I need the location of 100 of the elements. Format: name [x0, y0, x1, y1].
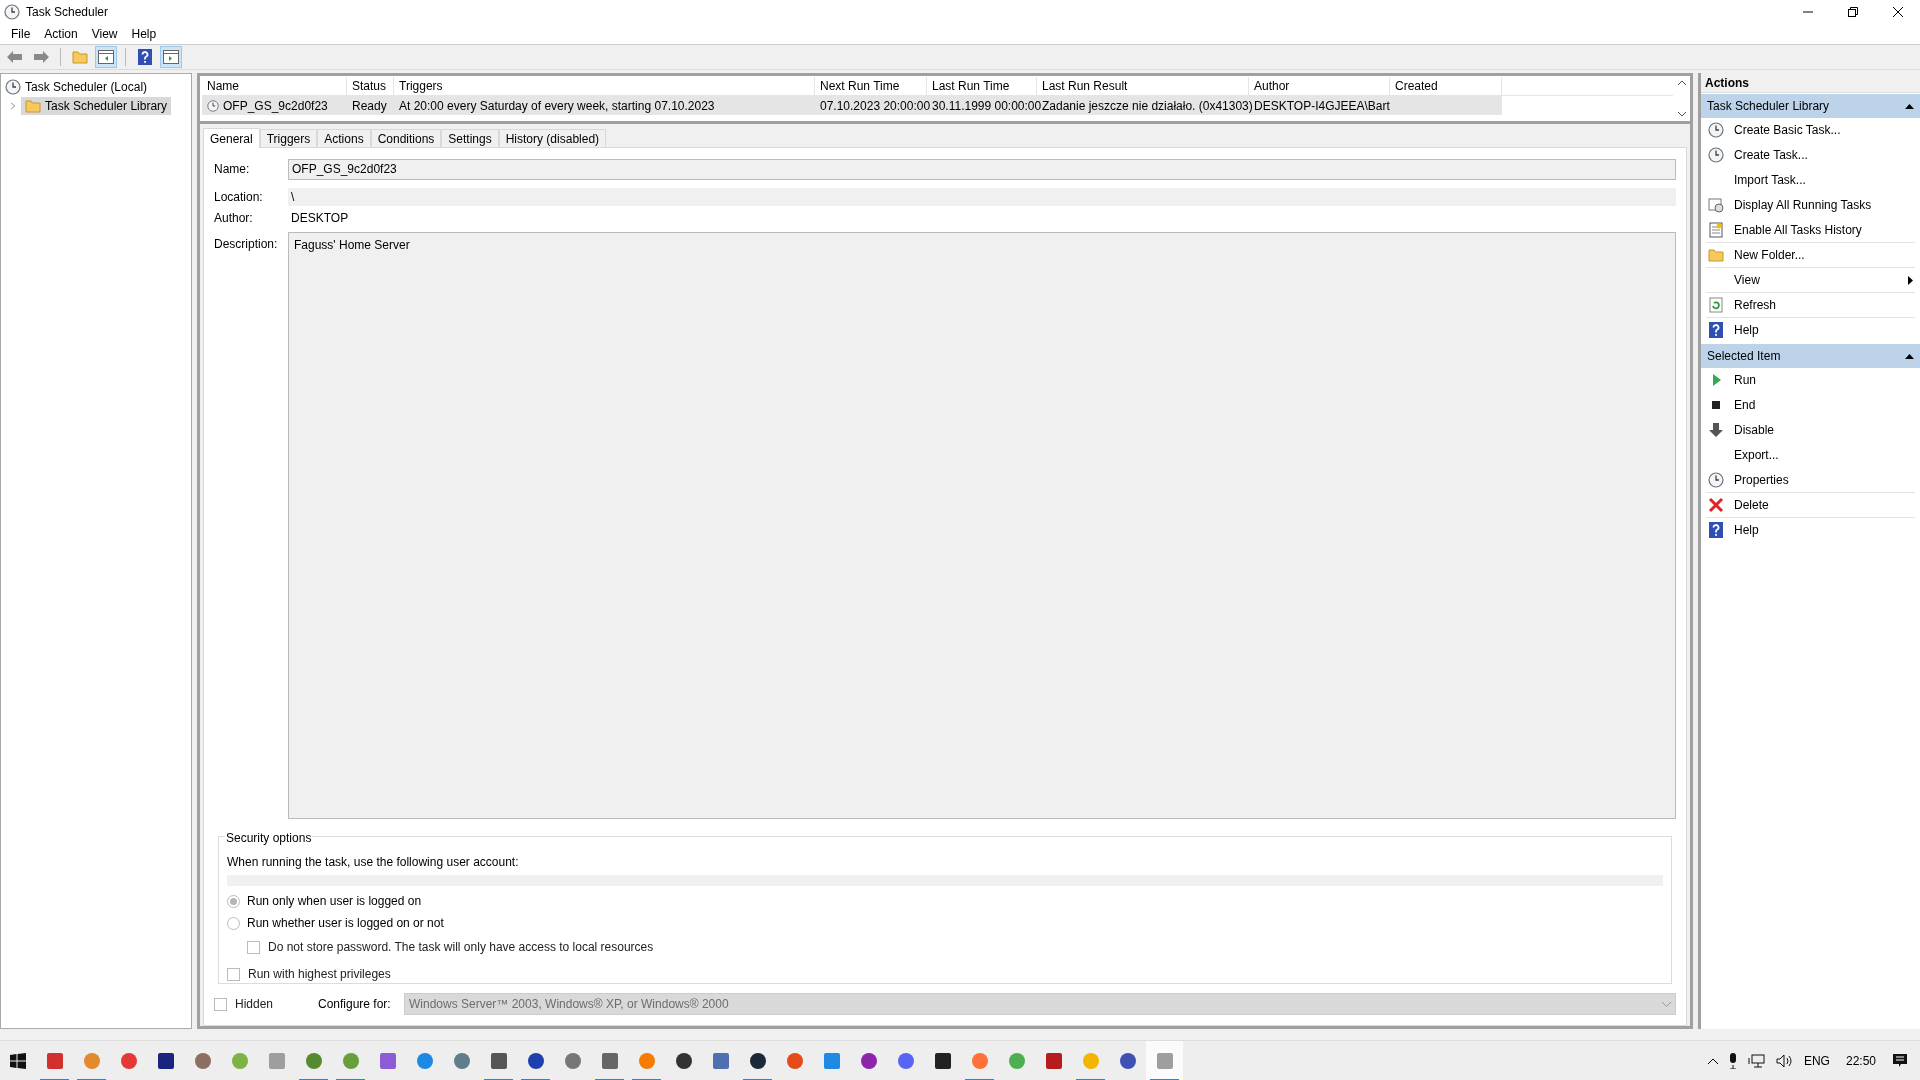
- column-header[interactable]: Triggers: [394, 77, 815, 95]
- notification-icon[interactable]: [1892, 1052, 1908, 1069]
- menu-item[interactable]: File: [4, 24, 38, 44]
- column-header[interactable]: Last Run Result: [1037, 77, 1249, 95]
- clock-time[interactable]: 22:50: [1839, 1051, 1882, 1070]
- field-label: Name:: [214, 161, 251, 178]
- window-clock-icon: [1708, 197, 1724, 213]
- app-icon: [193, 1051, 212, 1070]
- app-icon: [1007, 1051, 1026, 1070]
- table-cell: OFP_GS_9c2d0f23: [202, 96, 347, 115]
- pane-command[interactable]: Create Task...: [1706, 143, 1915, 167]
- pane-command[interactable]: Create Basic Task...: [1706, 118, 1915, 142]
- chevron-up-icon[interactable]: [1707, 1057, 1718, 1064]
- expand-chevron-icon[interactable]: [9, 102, 17, 110]
- submenu-arrow-icon: [1908, 275, 1913, 285]
- checkbox[interactable]: Do not store password. The task will only have access to local resources: [247, 938, 1663, 956]
- column-header[interactable]: Created: [1390, 77, 1502, 95]
- app-icon: [1155, 1051, 1174, 1070]
- column-header[interactable]: Status: [347, 77, 394, 95]
- pane-command[interactable]: New Folder...: [1706, 243, 1915, 267]
- close-icon: [1892, 7, 1903, 17]
- right-arrow-icon: [33, 51, 49, 63]
- pane-command[interactable]: Properties: [1706, 468, 1915, 492]
- name-field[interactable]: OFP_GS_9c2d0f23: [288, 158, 1676, 180]
- pane-command[interactable]: Display All Running Tasks: [1706, 193, 1915, 217]
- pane-command[interactable]: Help: [1706, 518, 1915, 542]
- column-header[interactable]: Next Run Time: [815, 77, 927, 95]
- menu-item[interactable]: Action: [37, 24, 85, 44]
- folder-up-icon: [72, 50, 88, 64]
- description-field[interactable]: Faguss' Home Server: [288, 232, 1676, 819]
- menu-item[interactable]: Help: [124, 24, 164, 44]
- column-header[interactable]: Name: [202, 77, 347, 95]
- pane-command[interactable]: Help: [1706, 318, 1915, 342]
- down-arrow-icon: [1708, 422, 1724, 438]
- radio-option[interactable]: Run only when user is logged on: [227, 894, 1663, 908]
- scroll-down-icon: [1677, 112, 1686, 117]
- left-arrow-icon: [7, 51, 23, 63]
- scroll-up-icon: [1677, 80, 1686, 85]
- configure-dropdown[interactable]: Windows Server™ 2003, Windows® XP, or Windows® 2000: [404, 993, 1676, 1015]
- account-label: When running the task, use the following user account:: [227, 854, 520, 871]
- author-value: DESKTOP: [290, 210, 350, 227]
- collapse-caret-icon: [1905, 353, 1914, 359]
- show-action-pane-button[interactable]: [160, 46, 182, 68]
- pane-command[interactable]: Run: [1706, 368, 1915, 392]
- app-icon: [785, 1051, 804, 1070]
- language-indicator[interactable]: ENG: [1803, 1051, 1830, 1070]
- microphone-icon[interactable]: [1727, 1052, 1738, 1069]
- menu-item[interactable]: View: [84, 24, 125, 44]
- app-icon: [341, 1051, 360, 1070]
- app-icon: [711, 1051, 730, 1070]
- pane-command[interactable]: View: [1706, 268, 1915, 292]
- tab[interactable]: Triggers: [259, 129, 318, 147]
- app-icon: [1081, 1051, 1100, 1070]
- app-icon: [859, 1051, 878, 1070]
- app-icon: [674, 1051, 693, 1070]
- app-icon: [45, 1051, 64, 1070]
- notepad-icon: [1708, 222, 1724, 238]
- app-icon: [378, 1051, 397, 1070]
- location-field: \: [288, 188, 1676, 206]
- pane-command[interactable]: Import Task...: [1706, 168, 1915, 192]
- tab[interactable]: Settings: [441, 129, 499, 147]
- app-icon: [156, 1051, 175, 1070]
- pane-command[interactable]: End: [1706, 393, 1915, 417]
- refresh-icon: [1708, 297, 1724, 313]
- app-icon: [896, 1051, 915, 1070]
- new-folder-icon: [1708, 248, 1724, 262]
- app-icon: [82, 1051, 101, 1070]
- section-header[interactable]: Task Scheduler Library: [1701, 94, 1920, 118]
- field-label: Author:: [214, 210, 254, 227]
- column-header[interactable]: Author: [1249, 77, 1390, 95]
- checkbox[interactable]: Hidden: [214, 995, 318, 1013]
- app-icon: [970, 1051, 989, 1070]
- tab[interactable]: Conditions: [370, 129, 442, 147]
- pane-command[interactable]: Delete: [1706, 493, 1915, 517]
- tree-item[interactable]: Task Scheduler (Local): [1, 78, 191, 96]
- app-clock-icon: [4, 4, 20, 20]
- tab[interactable]: Actions: [317, 129, 371, 147]
- radio-option[interactable]: Run whether user is logged on or not: [227, 916, 1663, 930]
- app-icon: [230, 1051, 249, 1070]
- help-icon: [138, 49, 152, 65]
- show-tree-button[interactable]: [95, 46, 117, 68]
- column-header[interactable]: Last Run Time: [927, 77, 1037, 95]
- tree-item[interactable]: Task Scheduler Library: [21, 97, 172, 115]
- tab[interactable]: History (disabled): [498, 129, 607, 147]
- pane-command[interactable]: Export...: [1706, 443, 1915, 467]
- restore-icon: [1847, 7, 1858, 17]
- task-clock-icon: [207, 99, 219, 112]
- checkbox[interactable]: Run with highest privileges: [227, 965, 1663, 983]
- app-icon: [1044, 1051, 1063, 1070]
- pane-command[interactable]: Refresh: [1706, 293, 1915, 317]
- windows-logo-icon: [10, 1052, 26, 1069]
- section-header[interactable]: Selected Item: [1701, 344, 1920, 368]
- delete-icon: [1708, 497, 1724, 513]
- network-icon[interactable]: [1747, 1053, 1766, 1068]
- pane-command[interactable]: Enable All Tasks History: [1706, 218, 1915, 242]
- table-cell-text: Ready: [351, 97, 388, 115]
- tab[interactable]: General: [203, 128, 260, 148]
- app-icon: [748, 1051, 767, 1070]
- speaker-icon[interactable]: [1775, 1053, 1794, 1068]
- pane-command[interactable]: Disable: [1706, 418, 1915, 442]
